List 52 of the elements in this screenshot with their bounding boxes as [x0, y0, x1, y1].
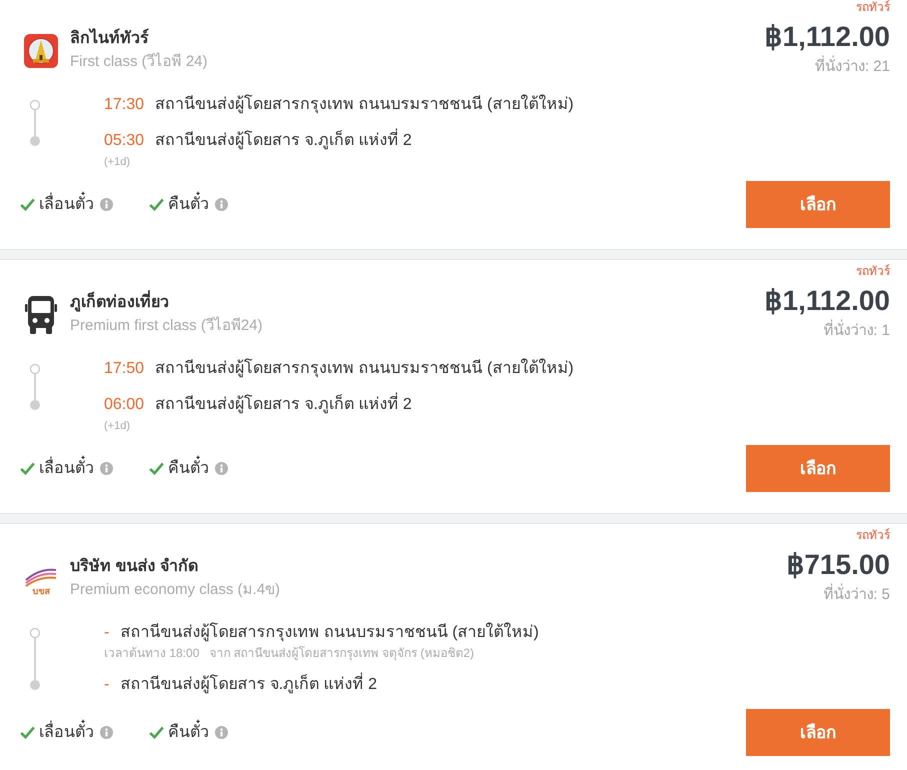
station-name: สถานีขนส่งผู้โดยสาร จ.ภูเก็ต แห่งที่ 2	[120, 673, 378, 697]
operator-name: ภูเก็ตท่องเที่ยว	[70, 292, 263, 314]
seats-available: ที่นั่งว่าง: 5	[823, 584, 890, 606]
stop-time: 17:50	[104, 359, 144, 379]
select-button[interactable]: เลือก	[746, 445, 890, 492]
price: ฿1,112.00	[764, 284, 890, 318]
feature-label: คืนตั๋ว	[168, 456, 209, 480]
info-icon[interactable]	[100, 726, 113, 739]
timeline-connector	[34, 638, 36, 680]
info-icon[interactable]	[100, 462, 113, 475]
feature-label: คืนตั๋ว	[168, 720, 209, 744]
operator-name: บริษัท ขนส่ง จำกัด	[70, 556, 199, 577]
info-icon[interactable]	[100, 198, 113, 211]
info-icon[interactable]	[215, 726, 228, 739]
seat-class: First class (วีไอพี 24)	[70, 52, 208, 72]
station-name: สถานีขนส่งผู้โดยสารกรุงเทพ ถนนบรมราชชนนี (สายใต้ใหม่)	[155, 358, 574, 380]
operator-name: ลิกไนท์ทัวร์	[70, 28, 150, 49]
stop-time: 06:00	[104, 395, 144, 415]
timeline-connector	[34, 374, 36, 400]
next-day-note: (+1d)	[104, 155, 131, 169]
price: ฿1,112.00	[764, 20, 890, 54]
station-name: สถานีขนส่งผู้โดยสารกรุงเทพ ถนนบรมราชชนนี (สายใต้ใหม่)	[120, 622, 539, 644]
seats-available: ที่นั่งว่าง: 21	[814, 56, 890, 78]
origin-station: จาก สถานีขนส่งผู้โดยสารกรุงเทพ จตุจักร (หมอชิต2)	[209, 645, 474, 661]
company-logo: บขส	[24, 562, 58, 596]
seats-available: ที่นั่งว่าง: 1	[823, 320, 890, 342]
feature-label: เลื่อนตั๋ว	[39, 720, 94, 744]
seat-class: Premium economy class (ม.4ข)	[70, 580, 280, 600]
temple-emblem-logo	[24, 34, 58, 68]
bus-icon	[25, 296, 57, 334]
stop-time: -	[104, 623, 110, 643]
stop-time: 05:30	[104, 131, 144, 151]
feature-label: เลื่อนตั๋ว	[39, 192, 94, 216]
station-name: สถานีขนส่งผู้โดยสารกรุงเทพ ถนนบรมราชชนนี (สายใต้ใหม่)	[155, 94, 574, 116]
stop-time: 17:30	[104, 95, 144, 115]
station-name: สถานีขนส่งผู้โดยสาร จ.ภูเก็ต แห่งที่ 2	[155, 129, 412, 153]
stop-time: -	[104, 675, 110, 695]
bus-type-tag: รถทัวร์	[856, 528, 890, 542]
bus-type-tag: รถทัวร์	[856, 264, 890, 278]
station-name: สถานีขนส่งผู้โดยสาร จ.ภูเก็ต แห่งที่ 2	[155, 393, 412, 417]
seat-class: Premium first class (วีไอพี24)	[70, 316, 263, 336]
feature-label: เลื่อนตั๋ว	[39, 456, 94, 480]
bus-type-tag: รถทัวร์	[856, 0, 890, 14]
price: ฿715.00	[786, 548, 890, 582]
timeline-connector	[34, 110, 36, 136]
select-button[interactable]: เลือก	[746, 709, 890, 756]
next-day-note: (+1d)	[104, 419, 131, 433]
select-button[interactable]: เลือก	[746, 181, 890, 228]
info-icon[interactable]	[215, 198, 228, 211]
info-icon[interactable]	[215, 462, 228, 475]
feature-label: คืนตั๋ว	[168, 192, 209, 216]
origin-time: เวลาต้นทาง 18:00	[104, 645, 200, 661]
